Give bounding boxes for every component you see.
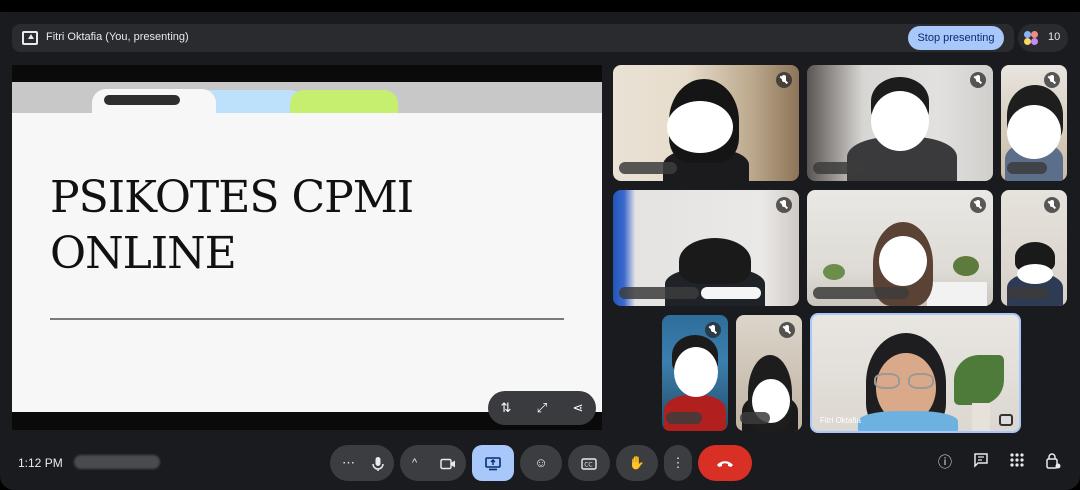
plant-decoration [953,256,979,276]
self-view-tile[interactable]: Fitri Oktafia [810,313,1021,433]
slide-tab-dark-pill [104,95,180,105]
hang-up-icon [716,445,734,481]
muted-mic-icon [970,72,986,88]
face-redaction [667,101,733,153]
presenter-bar: Fitri Oktafia (You, presenting) [12,24,1014,52]
share-icon[interactable]: ⋖ [566,396,590,420]
stop-presenting-button[interactable]: Stop presenting [908,26,1004,50]
cc-icon: CC [581,445,597,481]
presenter-label: Fitri Oktafia (You, presenting) [46,31,189,43]
face-redaction [879,236,927,286]
people-icon [1024,31,1038,45]
participant-name-redacted [813,287,909,299]
participant-name-redacted [740,412,770,424]
participant-name-redacted [813,162,865,174]
participant-name-redacted [619,287,699,299]
present-button[interactable] [472,445,514,481]
video-icon[interactable] [440,445,456,481]
fullscreen-icon[interactable]: ⤢ [530,396,554,420]
participant-tile[interactable] [613,65,799,181]
info-icon[interactable]: ⓘ [935,452,955,472]
chat-icon[interactable] [971,452,991,472]
participant-tile[interactable] [807,190,993,306]
activities-icon[interactable] [1007,452,1027,472]
plant-decoration [823,264,845,280]
glasses-right [908,373,934,389]
muted-mic-icon [779,322,795,338]
meeting-code-redacted [74,455,160,469]
host-controls-icon[interactable] [1043,452,1063,472]
muted-mic-icon [776,72,792,88]
face-redaction [871,91,929,151]
mic-icon[interactable] [372,445,384,481]
mic-group: ⋯ [330,445,394,481]
muted-mic-icon [970,197,986,213]
face-redaction [1007,105,1061,159]
meeting-time: 1:12 PM [18,456,63,470]
muted-mic-icon [1044,72,1060,88]
participant-tile[interactable] [736,315,802,431]
participant-tile[interactable] [1001,65,1067,181]
participant-tile[interactable] [807,65,993,181]
slide-tab-green [290,90,398,113]
participant-tile[interactable] [1001,190,1067,306]
end-call-button[interactable] [698,445,752,481]
participant-name-redacted [1007,287,1049,299]
presentation-tools: ⇅ ⤢ ⋖ [488,391,596,425]
participant-name-redacted [666,412,702,424]
status-strip [0,0,1080,12]
participant-hair [679,238,751,284]
participant-tile[interactable] [613,190,799,306]
participant-name-redacted [701,287,761,299]
participants-button[interactable]: 10 [1018,24,1068,52]
slide-canvas: PSIKOTES CPMI ONLINE [12,82,602,412]
plant-pot [972,403,990,431]
hand-icon: ✋ [628,455,646,470]
muted-mic-icon [776,197,792,213]
svg-text:CC: CC [584,461,592,468]
slide-title: PSIKOTES CPMI ONLINE [50,172,414,279]
raise-hand-button[interactable]: ✋ [616,445,658,481]
muted-mic-icon [705,322,721,338]
participant-name-redacted [619,162,677,174]
self-name: Fitri Oktafia [820,416,861,425]
reactions-button[interactable]: ☺ [520,445,562,481]
present-screen-icon [485,445,501,481]
dots-horizontal-icon[interactable]: ⋯ [342,445,355,481]
emoji-icon: ☺ [534,455,548,470]
slide-divider [50,318,564,320]
face-redaction [674,347,718,397]
plant-decoration [954,355,1004,405]
participant-count: 10 [1048,31,1061,43]
captions-button[interactable]: CC [568,445,610,481]
swap-icon[interactable]: ⇅ [494,396,518,420]
camera-group: ^ [400,445,466,481]
dots-vertical-icon: ⋮ [671,455,685,470]
glasses-left [874,373,900,389]
meeting-window: Fitri Oktafia (You, presenting) Stop pre… [0,0,1080,490]
more-actions-button[interactable]: ⋮ [664,445,692,481]
muted-mic-icon [1044,197,1060,213]
participant-tile[interactable] [662,315,728,431]
self-shirt [858,411,958,431]
furniture [927,282,987,306]
face-redaction [1017,264,1053,284]
pin-icon[interactable] [999,414,1013,426]
chevron-up-icon[interactable]: ^ [412,445,417,481]
participant-name-redacted [1007,162,1047,174]
shared-presentation[interactable]: PSIKOTES CPMI ONLINE ⇅ ⤢ ⋖ [12,65,602,430]
present-screen-icon [22,31,38,45]
